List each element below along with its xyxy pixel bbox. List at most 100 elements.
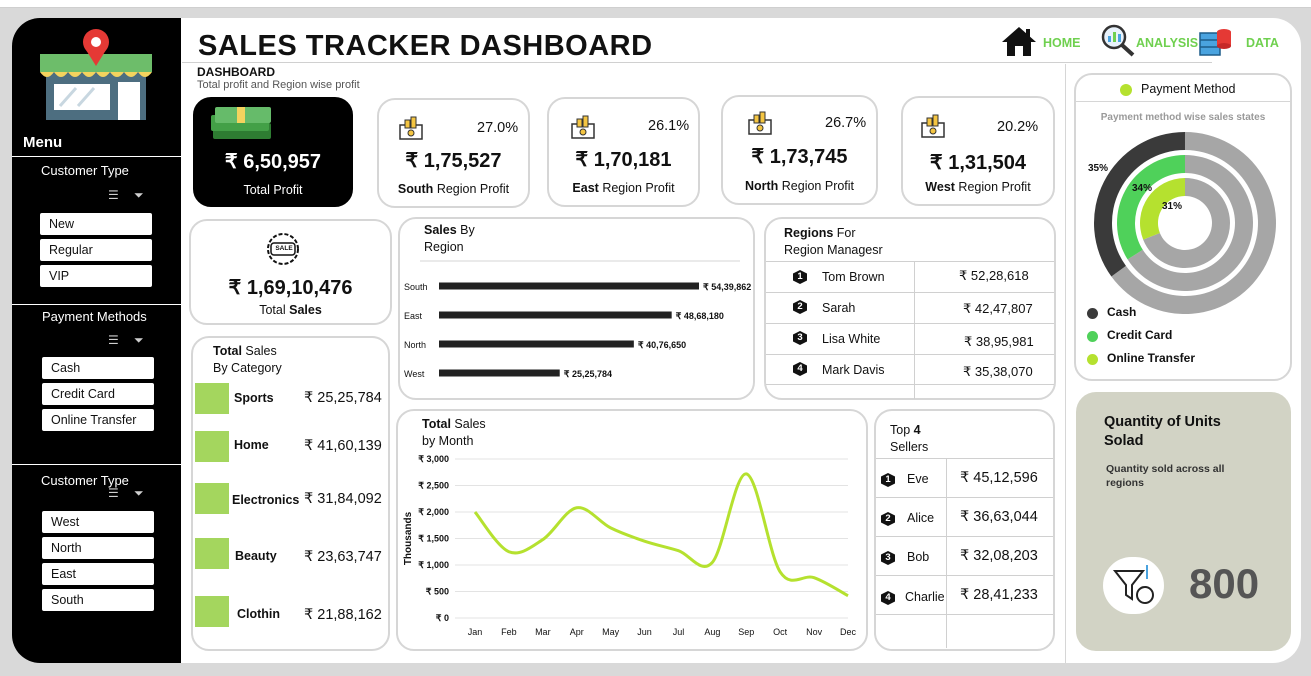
ring-pct-label: 31% [1162, 201, 1182, 212]
quantity-subtitle: Quantity sold across all regions [1106, 463, 1225, 489]
category-name: Home [234, 438, 269, 452]
managers-card-title: Regions For [784, 226, 856, 240]
region-profit-suffix: Region Profit [602, 181, 675, 195]
region-profit-label: East Region Profit [549, 181, 698, 195]
category-amount: ₹ 31,84,092 [304, 491, 382, 507]
category-amount: ₹ 25,25,784 [304, 390, 382, 406]
managers-card-subtitle: Region Managesr [784, 243, 883, 257]
x-tick-label: May [602, 627, 620, 637]
bar-value-label: ₹ 48,68,180 [676, 311, 724, 321]
coins-icon [748, 111, 774, 135]
managers-title-bold: Regions [784, 226, 834, 240]
bar-category-label: North [404, 340, 426, 350]
multi-select-icon[interactable]: ☰ [108, 188, 119, 202]
x-tick-label: Mar [535, 627, 551, 637]
row-divider [876, 497, 1053, 498]
total-sales-label: Total Sales [191, 303, 390, 317]
bar-west [439, 369, 560, 377]
category-amount: ₹ 21,88,162 [304, 607, 382, 623]
seller-sales: ₹ 32,08,203 [960, 548, 1038, 564]
filter-payment-cash[interactable]: Cash [42, 357, 154, 379]
total-profit-card: ₹ 6,50,957 Total Profit [193, 97, 353, 207]
clear-filter-icon[interactable]: ⏷ [134, 188, 144, 203]
filter-region-north[interactable]: North [42, 537, 154, 559]
row-divider [766, 384, 1054, 385]
filter-region-south[interactable]: South [42, 589, 154, 611]
clear-filter-icon[interactable]: ⏷ [134, 333, 144, 348]
dashboard-frame: Menu Customer Type ☰ ⏷ New Regular VIP P… [12, 18, 1301, 663]
row-divider [766, 323, 1054, 324]
clear-filter-icon[interactable]: ⏷ [134, 486, 144, 501]
rank-badge: 4 [793, 362, 807, 376]
sales-by-month-chart: ₹ 0 ₹ 500 ₹ 1,000 ₹ 1,500 ₹ 2,000 ₹ 2,500 ₹ 3,… [403, 454, 856, 637]
home-icon[interactable] [1000, 25, 1038, 57]
column-divider [914, 261, 915, 399]
sale-tag-text: SALE [275, 245, 293, 252]
category-name: Electronics [232, 493, 300, 507]
y-tick-label: ₹ 0 [436, 613, 449, 623]
sales-by-category-card: Total Sales By Category Sports ₹ 25,25,7… [191, 336, 390, 651]
y-tick-label: ₹ 1,500 [418, 534, 449, 544]
x-tick-label: Jun [637, 627, 652, 637]
quantity-card: Quantity of Units Solad Quantity sold ac… [1076, 392, 1291, 651]
y-tick-label: ₹ 500 [426, 587, 449, 597]
sales-line [473, 472, 849, 598]
region-profit-pct: 27.0% [477, 120, 519, 136]
coins-icon [571, 115, 597, 139]
row-divider [876, 575, 1053, 576]
filter-customer-vip[interactable]: VIP [40, 265, 152, 287]
nav-home[interactable]: HOME [1043, 36, 1081, 50]
beauty-icon [195, 538, 229, 569]
filter-region-west[interactable]: West [42, 511, 154, 533]
row-divider [766, 261, 1054, 262]
total-sales-card: SALE ₹ 1,69,10,476 Total Sales [189, 219, 392, 325]
filter-payment-online-transfer[interactable]: Online Transfer [42, 409, 154, 431]
region-profit-amount: ₹ 1,70,181 [575, 149, 672, 171]
page-title: SALES TRACKER DASHBOARD [198, 30, 653, 62]
rank-badge: 3 [793, 331, 807, 345]
dashboard-subtitle: Total profit and Region wise profit [197, 79, 360, 91]
category-amount: ₹ 41,60,139 [304, 438, 382, 454]
row-divider [876, 458, 1053, 459]
customer-type-label: Customer Type [41, 163, 129, 178]
y-tick-label: ₹ 2,000 [418, 507, 449, 517]
nav-analysis[interactable]: ANALYSIS [1136, 36, 1198, 50]
filter-region-east[interactable]: East [42, 563, 154, 585]
filter-customer-new[interactable]: New [40, 213, 152, 235]
legend-cash: Cash [1107, 305, 1137, 319]
filter-payment-credit-card[interactable]: Credit Card [42, 383, 154, 405]
rank-badge: 2 [793, 300, 807, 314]
sellers-card-title: Top 4 [890, 423, 921, 437]
category-card-title: Total Sales [213, 344, 277, 358]
sales-by-region-card: Sales By Region South ₹ 54,39,862 East ₹ 48… [398, 217, 755, 400]
row-divider [766, 354, 1054, 355]
legend-online-transfer: Online Transfer [1107, 351, 1196, 365]
nav-data[interactable]: DATA [1246, 36, 1279, 50]
shop-icon [40, 29, 152, 120]
electronics-icon [195, 483, 229, 514]
multi-select-icon[interactable]: ☰ [108, 333, 119, 347]
category-card-subtitle: By Category [213, 361, 282, 375]
row-divider [876, 536, 1053, 537]
region-profit-card-east: 26.1% ₹ 1,70,181 East Region Profit [547, 97, 700, 207]
coins-icon [921, 114, 947, 138]
y-tick-label: ₹ 1,000 [418, 560, 449, 570]
divider [12, 156, 181, 157]
y-axis-label: Thousands [403, 511, 414, 565]
sellers-card-subtitle: Sellers [890, 440, 929, 454]
analysis-icon[interactable] [1100, 23, 1136, 57]
ring-pct-label: 35% [1088, 163, 1108, 174]
coins-icon [399, 116, 425, 140]
dashboard-heading: DASHBOARD [197, 65, 275, 79]
region-profit-label: West Region Profit [903, 180, 1053, 194]
region-profit-label: South Region Profit [379, 182, 528, 196]
row-divider [766, 292, 1054, 293]
data-icon[interactable] [1198, 25, 1232, 57]
seller-sales: ₹ 28,41,233 [960, 587, 1038, 603]
filter-customer-regular[interactable]: Regular [40, 239, 152, 261]
manager-sales: ₹ 52,28,618 [959, 268, 1029, 283]
multi-select-icon[interactable]: ☰ [108, 486, 119, 500]
x-tick-label: Apr [570, 627, 584, 637]
quantity-title: Quantity of Units Solad [1104, 414, 1221, 449]
total-sales-label-b: Sales [289, 303, 322, 317]
